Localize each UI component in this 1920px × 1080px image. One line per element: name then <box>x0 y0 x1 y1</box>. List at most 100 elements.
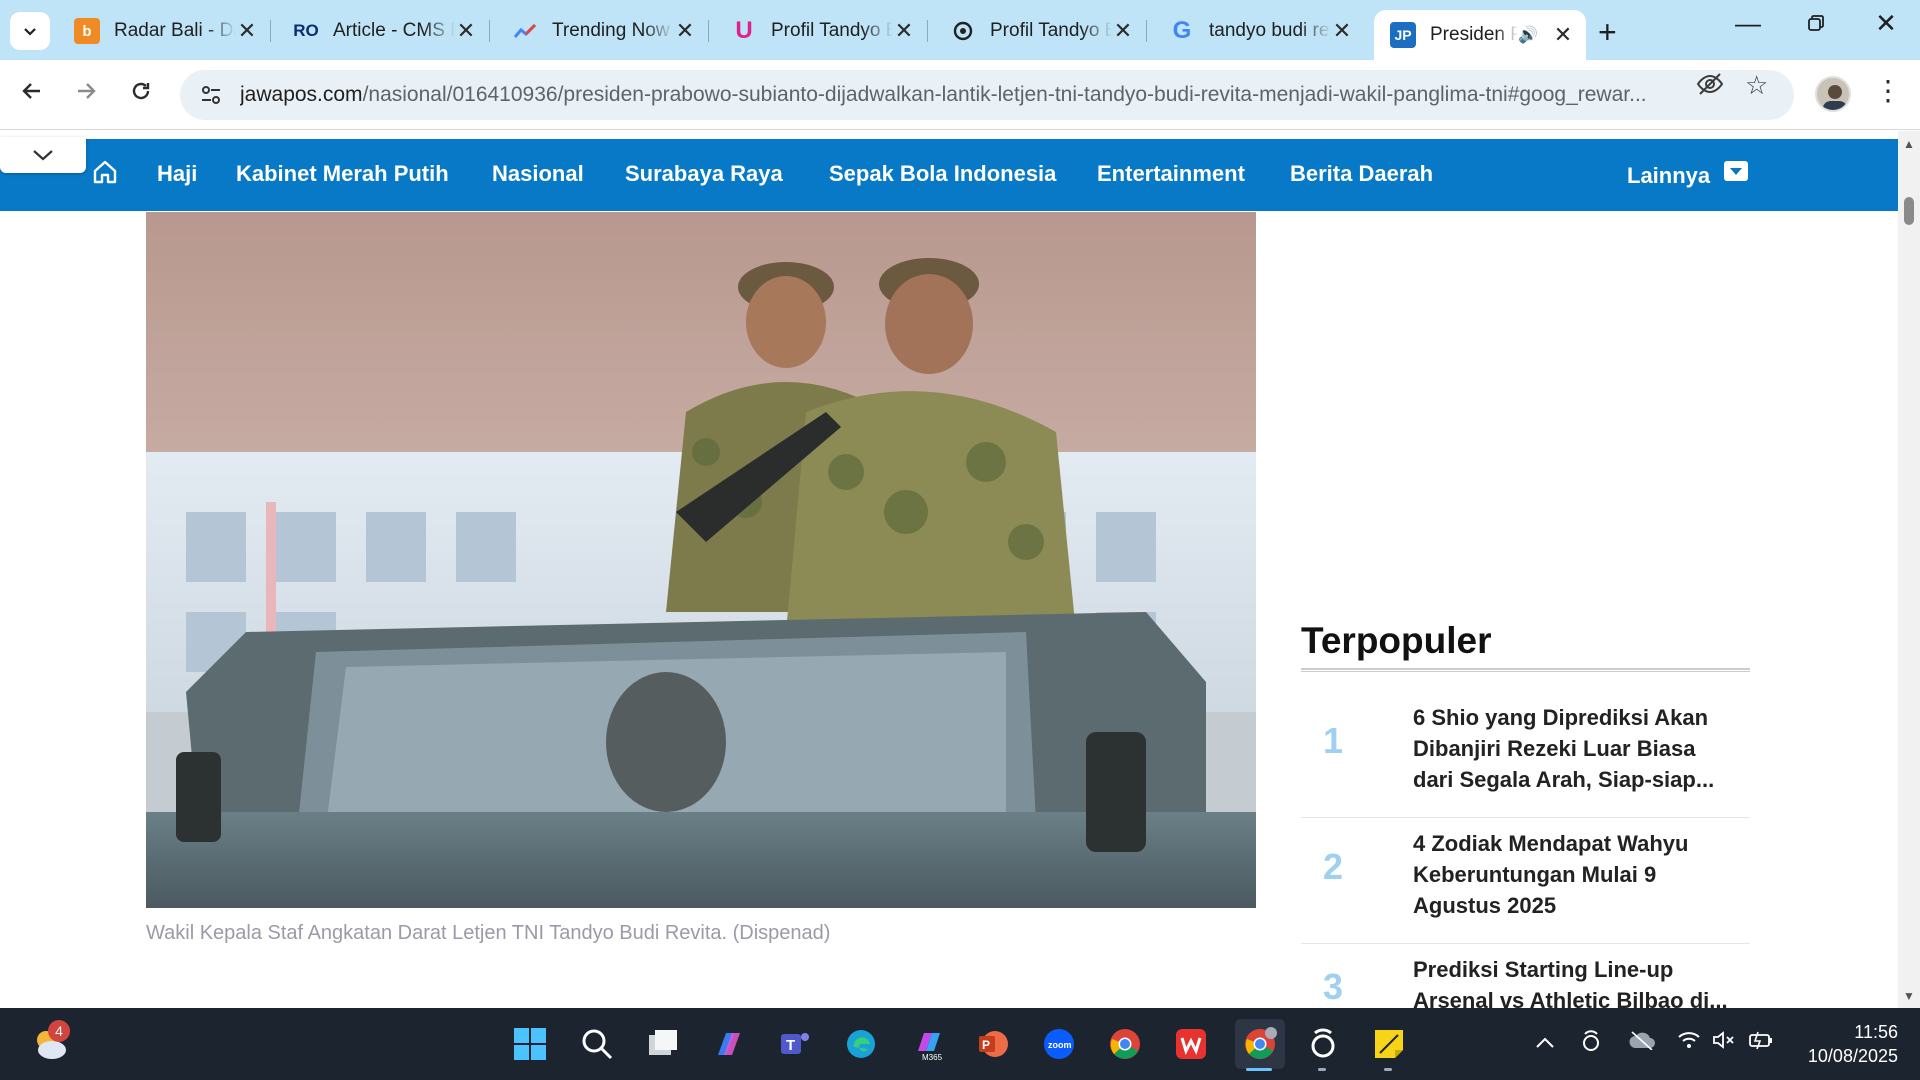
profile-avatar[interactable] <box>1815 76 1851 112</box>
copilot-button[interactable] <box>707 1022 751 1066</box>
trends-favicon <box>512 18 538 44</box>
tab-jawapos-active[interactable]: JP Presiden Prabowo 🔊 ✕ <box>1374 10 1586 60</box>
popular-rank: 3 <box>1323 966 1344 1007</box>
popular-link[interactable]: 4 Zodiak Mendapat Wahyu Keberuntungan Mu… <box>1413 828 1733 921</box>
search-button[interactable] <box>575 1022 619 1066</box>
edge-icon <box>847 1030 875 1058</box>
nav-haji[interactable]: Haji <box>157 161 197 187</box>
collapse-header-button[interactable] <box>0 137 86 173</box>
tab-article-cms[interactable]: RO Article - CMS Radar ✕ <box>277 10 490 52</box>
chevron-up-icon[interactable] <box>1535 1030 1555 1056</box>
site-info-icon[interactable] <box>196 80 226 110</box>
popular-item[interactable]: 1 6 Shio yang Diprediksi Akan Dibanjiri … <box>1301 692 1750 818</box>
home-icon[interactable] <box>92 159 118 190</box>
system-clock[interactable]: 11:56 10/08/2025 <box>1788 1020 1898 1068</box>
new-tab-button[interactable]: + <box>1598 14 1617 51</box>
running-indicator <box>1384 1068 1392 1071</box>
edge-button[interactable] <box>839 1022 883 1066</box>
popular-link[interactable]: Prediksi Starting Line-up Arsenal vs Ath… <box>1413 954 1733 1008</box>
windows-taskbar: 4 T M365 P zoom 11:56 10/08/2025 <box>0 1008 1920 1080</box>
back-button[interactable] <box>12 78 52 110</box>
tab-strip: b Radar Bali - Daftar ✕ RO Article - CMS… <box>0 0 1920 60</box>
m365-button[interactable]: M365 <box>905 1022 949 1066</box>
close-icon[interactable]: ✕ <box>1112 18 1134 44</box>
wps-button[interactable] <box>1169 1022 1213 1066</box>
minimize-button[interactable]: — <box>1718 8 1778 39</box>
copilot-tray-icon[interactable] <box>1580 1030 1602 1058</box>
start-button[interactable] <box>508 1022 552 1066</box>
volume-muted-icon[interactable] <box>1712 1030 1736 1056</box>
weather-badge: 4 <box>48 1020 70 1042</box>
tab-profil-unair[interactable]: U Profil Tandyo Budi ✕ <box>715 10 928 52</box>
nav-kabinet-merah-putih[interactable]: Kabinet Merah Putih <box>236 161 449 187</box>
tab-title: Trending Now - Google <box>552 20 674 41</box>
scroll-up-icon[interactable]: ▲ <box>1903 137 1915 151</box>
sticky-notes-icon <box>1375 1030 1403 1058</box>
scroll-down-icon[interactable]: ▼ <box>1903 989 1915 1003</box>
popular-item[interactable]: 3 Prediksi Starting Line-up Arsenal vs A… <box>1301 944 1750 1008</box>
clock-date: 10/08/2025 <box>1807 1046 1898 1066</box>
speaker-icon[interactable]: 🔊 <box>1518 25 1538 45</box>
sticky-notes-button[interactable] <box>1367 1022 1411 1066</box>
browser-toolbar: jawapos.com/nasional/016410936/presiden-… <box>0 60 1920 130</box>
powerpoint-button[interactable]: P <box>971 1022 1015 1066</box>
jawapos-favicon: JP <box>1390 22 1416 48</box>
close-icon[interactable]: ✕ <box>893 18 915 44</box>
popular-heading: Terpopuler <box>1301 620 1492 661</box>
address-bar[interactable]: jawapos.com/nasional/016410936/presiden-… <box>180 70 1794 120</box>
url-path: /nasional/016410936/presiden-prabowo-sub… <box>362 83 1647 106</box>
task-view-button[interactable] <box>641 1022 685 1066</box>
url-host: jawapos.com <box>240 83 363 106</box>
tab-separator <box>927 20 928 42</box>
page-scrollbar[interactable]: ▲ ▼ <box>1898 131 1920 1008</box>
close-icon[interactable]: ✕ <box>1552 22 1574 48</box>
star-icon[interactable]: ☆ <box>1745 70 1768 101</box>
google-favicon: G <box>1172 17 1192 44</box>
cms-favicon: RO <box>293 21 319 40</box>
wifi-icon[interactable] <box>1677 1030 1701 1056</box>
tab-title: Presiden Prabowo <box>1430 24 1519 45</box>
restore-icon <box>1808 15 1824 31</box>
nav-lainnya[interactable]: Lainnya <box>1627 161 1749 189</box>
tab-profil-chatgpt[interactable]: Profil Tandyo Budi ✕ <box>934 10 1147 52</box>
tab-title: tandyo budi revita <box>1209 20 1331 41</box>
close-icon[interactable]: ✕ <box>455 18 477 44</box>
nav-sepak-bola-indonesia[interactable]: Sepak Bola Indonesia <box>829 161 1056 187</box>
onedrive-icon[interactable] <box>1628 1030 1656 1056</box>
tab-trending-now[interactable]: Trending Now - Google ✕ <box>496 10 709 52</box>
nav-surabaya-raya[interactable]: Surabaya Raya <box>625 161 783 187</box>
clock-time: 11:56 <box>1854 1022 1898 1042</box>
browser-menu-button[interactable]: ⋮ <box>1874 74 1902 107</box>
forward-button[interactable] <box>66 78 106 110</box>
popular-link[interactable]: 6 Shio yang Diprediksi Akan Dibanjiri Re… <box>1413 702 1733 795</box>
tab-separator <box>489 20 490 42</box>
tab-title: Profil Tandyo Budi <box>771 20 893 41</box>
zoom-button[interactable]: zoom <box>1037 1022 1081 1066</box>
scroll-thumb[interactable] <box>1904 197 1914 225</box>
app-ring-button[interactable] <box>1301 1022 1345 1066</box>
chrome-profile-button[interactable] <box>1235 1019 1285 1069</box>
eye-off-icon[interactable] <box>1696 72 1724 103</box>
nav-entertainment[interactable]: Entertainment <box>1097 161 1245 187</box>
tab-search-button[interactable] <box>10 12 50 50</box>
close-window-button[interactable]: ✕ <box>1856 8 1916 39</box>
url-text[interactable]: jawapos.com/nasional/016410936/presiden-… <box>240 83 1690 107</box>
reload-button[interactable] <box>121 78 161 110</box>
svg-text:T: T <box>786 1037 795 1054</box>
chrome-button[interactable] <box>1103 1022 1147 1066</box>
teams-button[interactable]: T <box>773 1022 817 1066</box>
restore-button[interactable] <box>1786 8 1846 39</box>
close-icon[interactable]: ✕ <box>1331 18 1353 44</box>
tab-google-search[interactable]: G tandyo budi revita ✕ <box>1153 10 1365 52</box>
m365-icon: M365 <box>918 1033 943 1061</box>
caret-down-icon <box>1724 161 1749 181</box>
battery-icon[interactable] <box>1748 1030 1774 1056</box>
svg-text:M365: M365 <box>922 1053 943 1061</box>
popular-item[interactable]: 2 4 Zodiak Mendapat Wahyu Keberuntungan … <box>1301 818 1750 944</box>
tab-radar-bali[interactable]: b Radar Bali - Daftar ✕ <box>58 10 271 52</box>
close-icon[interactable]: ✕ <box>236 18 258 44</box>
close-icon[interactable]: ✕ <box>674 18 696 44</box>
nav-berita-daerah[interactable]: Berita Daerah <box>1290 161 1433 187</box>
tab-title: Article - CMS Radar <box>333 20 455 41</box>
nav-nasional[interactable]: Nasional <box>492 161 584 187</box>
